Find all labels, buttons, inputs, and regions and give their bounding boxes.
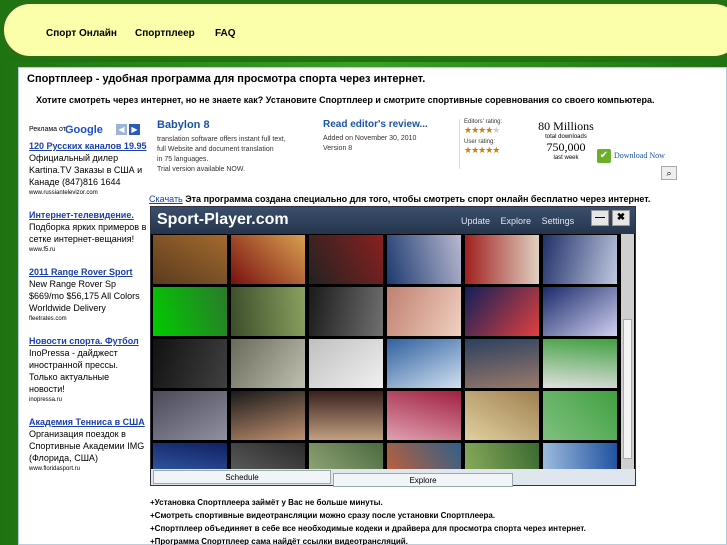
video-thumbnail[interactable] <box>464 286 540 337</box>
banner-product[interactable]: Babylon 8 <box>157 119 210 131</box>
ad-item[interactable]: Новости спорта. Футбол InoPressa - дайдже… <box>29 336 147 405</box>
close-icon[interactable]: ✖ <box>612 210 630 226</box>
feature-item: +Смотреть спортивные видеотрансляции мож… <box>150 511 496 520</box>
video-thumbnail[interactable] <box>542 234 618 285</box>
video-thumbnail[interactable] <box>308 286 384 337</box>
video-thumbnail[interactable] <box>152 390 228 441</box>
ads-header: Реклама от Google ◀ ▶ <box>29 123 147 137</box>
video-thumbnail[interactable] <box>230 442 306 469</box>
ad-url: www.f5.ru <box>29 247 56 253</box>
babylon-banner[interactable]: Babylon 8 translation software offers in… <box>149 115 709 181</box>
video-thumbnail[interactable] <box>542 286 618 337</box>
scrollbar[interactable] <box>621 234 634 469</box>
video-thumbnail[interactable] <box>464 234 540 285</box>
ad-title[interactable]: Новости спорта. Футбол <box>29 336 147 347</box>
video-thumbnail[interactable] <box>542 442 618 469</box>
next-arrow-icon[interactable]: ▶ <box>129 124 140 135</box>
nav-bar: Спорт Онлайн Спортплеер FAQ <box>2 2 727 58</box>
video-thumbnail[interactable] <box>152 234 228 285</box>
video-thumbnail[interactable] <box>386 390 462 441</box>
editors-rating-stars: ★★★★★ <box>464 125 500 135</box>
ad-url: www.floridasport.ru <box>29 466 81 472</box>
minimize-icon[interactable]: — <box>591 210 609 226</box>
app-titlebar: Sport-Player.com Update Explore Settings… <box>151 207 635 234</box>
ad-title[interactable]: 2011 Range Rover Sport <box>29 267 147 278</box>
menu-explore[interactable]: Explore <box>501 216 532 226</box>
video-thumbnail[interactable] <box>152 286 228 337</box>
video-thumbnail[interactable] <box>464 442 540 469</box>
video-thumbnail[interactable] <box>542 390 618 441</box>
video-thumbnail[interactable] <box>386 442 462 469</box>
nav-sportplayer[interactable]: Спортплеер <box>135 28 195 39</box>
ad-body: New Range Rover Sp $669/mo $56,175 All C… <box>29 279 140 313</box>
video-thumbnail[interactable] <box>308 390 384 441</box>
prev-arrow-icon[interactable]: ◀ <box>116 124 127 135</box>
page-title: Спортплеер - удобная программа для просм… <box>27 73 426 85</box>
video-thumbnail[interactable] <box>230 338 306 389</box>
ratings-box: Editors' rating: ★★★★★ User rating: ★★★★… <box>459 119 523 169</box>
ad-url: www.russiantelevizor.com <box>29 190 98 196</box>
feature-item: +Спортплеер объединяет в себе все необхо… <box>150 524 586 533</box>
video-thumbnail[interactable] <box>542 338 618 389</box>
video-grid <box>152 234 621 469</box>
tab-explore[interactable]: Explore <box>333 473 513 487</box>
ad-item[interactable]: 120 Русских каналов 19.95 Официальный дил… <box>29 141 147 198</box>
review-link[interactable]: Read editor's review... <box>323 119 428 130</box>
download-link[interactable]: Скачать <box>149 194 183 204</box>
video-thumbnail[interactable] <box>308 338 384 389</box>
video-thumbnail[interactable] <box>230 390 306 441</box>
nav-sport-online[interactable]: Спорт Онлайн <box>46 28 117 39</box>
review-meta: Added on November 30, 2010 Version 8 <box>323 135 417 152</box>
tab-schedule[interactable]: Schedule <box>153 470 331 484</box>
video-thumbnail[interactable] <box>230 286 306 337</box>
download-stats: 80 Millions total downloads 750,000 last… <box>538 119 594 161</box>
video-thumbnail[interactable] <box>152 442 228 469</box>
feature-item: +Установка Спортплеера займёт у Вас не б… <box>150 498 383 507</box>
ad-item[interactable]: Интернет-телевидение. Подборка ярких прим… <box>29 210 147 255</box>
ad-body: Официальный дилер Kartina.TV Заказы в СШ… <box>29 153 143 187</box>
magnifier-icon[interactable]: ⌕ <box>661 166 677 180</box>
intro-text: Скачать Эта программа создана специально… <box>149 194 651 204</box>
app-tabs: Schedule Explore <box>151 469 635 487</box>
check-icon: ✔ <box>597 149 611 163</box>
ad-title[interactable]: Интернет-телевидение. <box>29 210 147 221</box>
video-thumbnail[interactable] <box>386 338 462 389</box>
video-thumbnail[interactable] <box>308 234 384 285</box>
features-list: +Установка Спортплеера займёт у Вас не б… <box>150 496 586 545</box>
menu-update[interactable]: Update <box>461 216 490 226</box>
app-title: Sport-Player.com <box>157 211 289 228</box>
ad-title[interactable]: Академия Тенниса в США <box>29 417 147 428</box>
user-rating-stars: ★★★★★ <box>464 145 500 155</box>
ad-body: Организация поездок в Спортивные Академи… <box>29 429 145 463</box>
banner-description: translation software offers instant full… <box>157 136 286 173</box>
header-bar: Спорт Онлайн Спортплеер FAQ <box>0 0 727 62</box>
ad-body: InoPressa - дайджест иностранной прессы.… <box>29 348 118 394</box>
ad-title[interactable]: 120 Русских каналов 19.95 <box>29 141 147 152</box>
menu-settings[interactable]: Settings <box>542 216 575 226</box>
ad-item[interactable]: Академия Тенниса в США Организация поездо… <box>29 417 147 474</box>
ads-column: Реклама от Google ◀ ▶ 120 Русских канало… <box>29 123 147 474</box>
video-thumbnail[interactable] <box>464 390 540 441</box>
video-thumbnail[interactable] <box>230 234 306 285</box>
google-logo: Google <box>65 124 103 136</box>
video-thumbnail[interactable] <box>386 286 462 337</box>
ad-item[interactable]: 2011 Range Rover Sport New Range Rover Sp… <box>29 267 147 324</box>
app-menu: Update Explore Settings <box>461 216 582 226</box>
content-panel: Спортплеер - удобная программа для просм… <box>18 67 727 545</box>
video-thumbnail[interactable] <box>386 234 462 285</box>
ad-url: inopressa.ru <box>29 397 63 403</box>
video-thumbnail[interactable] <box>308 442 384 469</box>
ad-url: fleetrates.com <box>29 316 67 322</box>
app-screenshot: Sport-Player.com Update Explore Settings… <box>150 206 636 487</box>
ads-label: Реклама от <box>29 126 66 133</box>
download-now-button[interactable]: ✔ Download Now <box>597 149 665 163</box>
feature-item: +Программа Спортплеер сама найдёт ссылки… <box>150 537 408 545</box>
page-subtitle: Хотите смотреть через интернет, но не зн… <box>36 95 655 105</box>
nav-faq[interactable]: FAQ <box>215 28 236 39</box>
video-thumbnail[interactable] <box>464 338 540 389</box>
ad-body: Подборка ярких примеров в сетке интернет… <box>29 222 147 244</box>
video-thumbnail[interactable] <box>152 338 228 389</box>
